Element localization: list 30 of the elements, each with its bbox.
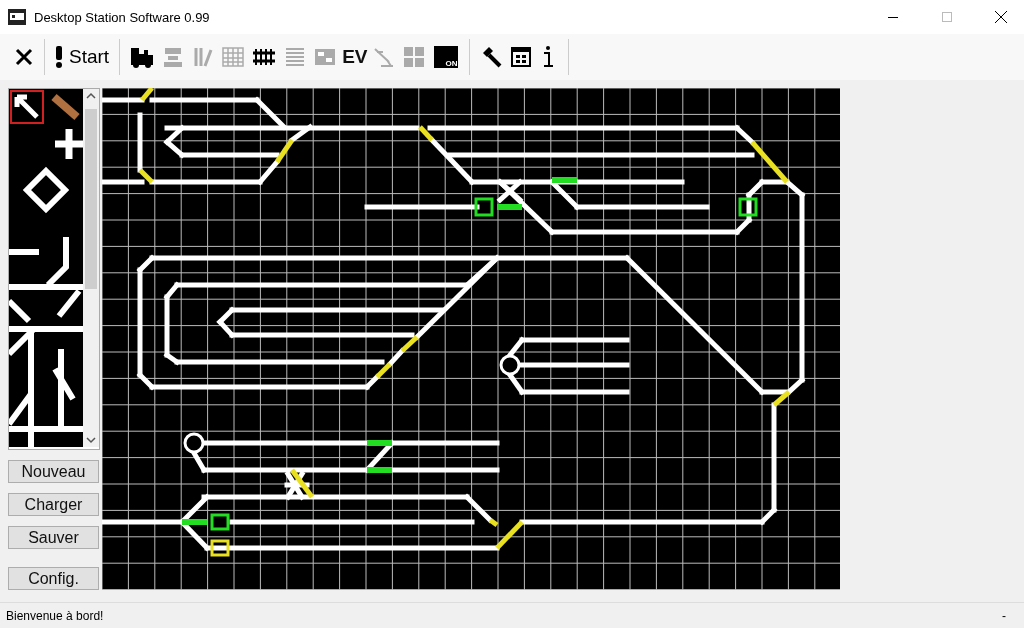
start-button[interactable]: Start [51,40,114,74]
grid-icon [222,46,245,68]
toolbar-action-button[interactable]: Charger [8,493,99,516]
list-icon [284,46,307,68]
window-title: Desktop Station Software 0.99 [34,9,211,25]
tiles-icon [403,46,426,68]
toolbar-action-button[interactable]: Config. [8,567,99,590]
track-layout-drawing[interactable] [102,88,840,590]
ev-button[interactable]: EV [340,40,370,74]
panel-icon [314,46,337,68]
toolbar-action-button[interactable]: Nouveau [8,460,99,483]
crane-icon [373,46,396,68]
track-icon [252,46,277,68]
toolbar-action-button[interactable]: Sauver [8,526,99,549]
window-icon [510,46,533,68]
track-palette-drawing[interactable] [9,89,83,447]
close-icon[interactable] [995,11,1007,23]
close-icon [14,47,34,67]
exclamation-icon [55,46,63,68]
locomotive-icon [130,46,155,68]
pencil-tool-icon[interactable] [51,94,80,120]
arrow-tool-icon[interactable] [10,90,44,124]
app-icon [8,9,26,25]
minimize-icon[interactable] [888,16,898,18]
status-message: Bienvenue à bord! [6,608,104,623]
status-indicator: - [1002,608,1006,623]
signal-icon [162,46,185,68]
power-on-button[interactable]: ON [434,46,459,68]
scrollbar-icon[interactable] [83,89,99,447]
turnout-icon [192,46,215,68]
